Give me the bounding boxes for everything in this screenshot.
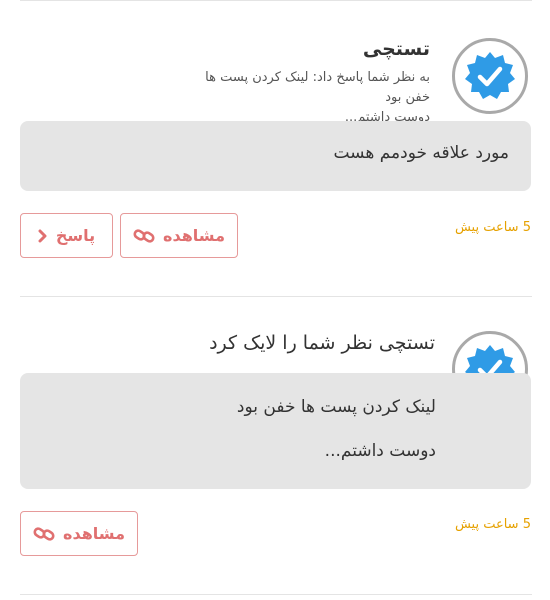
top-divider xyxy=(20,0,532,1)
view-button[interactable]: مشاهده xyxy=(20,511,138,556)
view-button-label: مشاهده xyxy=(63,524,125,543)
user-name[interactable]: تستچی xyxy=(363,38,430,60)
avatar[interactable] xyxy=(452,38,528,114)
liked-comment-line-2: دوست داشتم... xyxy=(324,441,436,461)
view-button-label: مشاهده xyxy=(163,226,225,245)
view-button[interactable]: مشاهده xyxy=(120,213,238,258)
timestamp: 5 ساعت پیش xyxy=(454,517,531,532)
link-icon xyxy=(33,526,55,542)
divider xyxy=(20,594,532,595)
liked-comment-line-1: لینک کردن پست ها خفن بود xyxy=(236,397,436,417)
divider xyxy=(20,296,532,297)
liked-comment: لینک کردن پست ها خفن بود دوست داشتم... xyxy=(20,373,531,489)
chevron-right-icon xyxy=(38,229,48,243)
timestamp: 5 ساعت پیش xyxy=(454,220,531,235)
like-headline: تستچی نظر شما را لایک کرد xyxy=(209,332,435,354)
reply-summary-line-1: به نظر شما پاسخ داد: لینک کردن پست ها خف… xyxy=(205,70,430,105)
reply-message: مورد علاقه خودمم هست xyxy=(20,121,531,191)
verified-badge-icon xyxy=(464,50,516,102)
reply-message-text: مورد علاقه خودمم هست xyxy=(333,143,509,163)
reply-button[interactable]: پاسخ xyxy=(20,213,113,258)
reply-summary: به نظر شما پاسخ داد: لینک کردن پست ها خف… xyxy=(180,68,430,128)
link-icon xyxy=(133,228,155,244)
reply-button-label: پاسخ xyxy=(55,226,96,245)
